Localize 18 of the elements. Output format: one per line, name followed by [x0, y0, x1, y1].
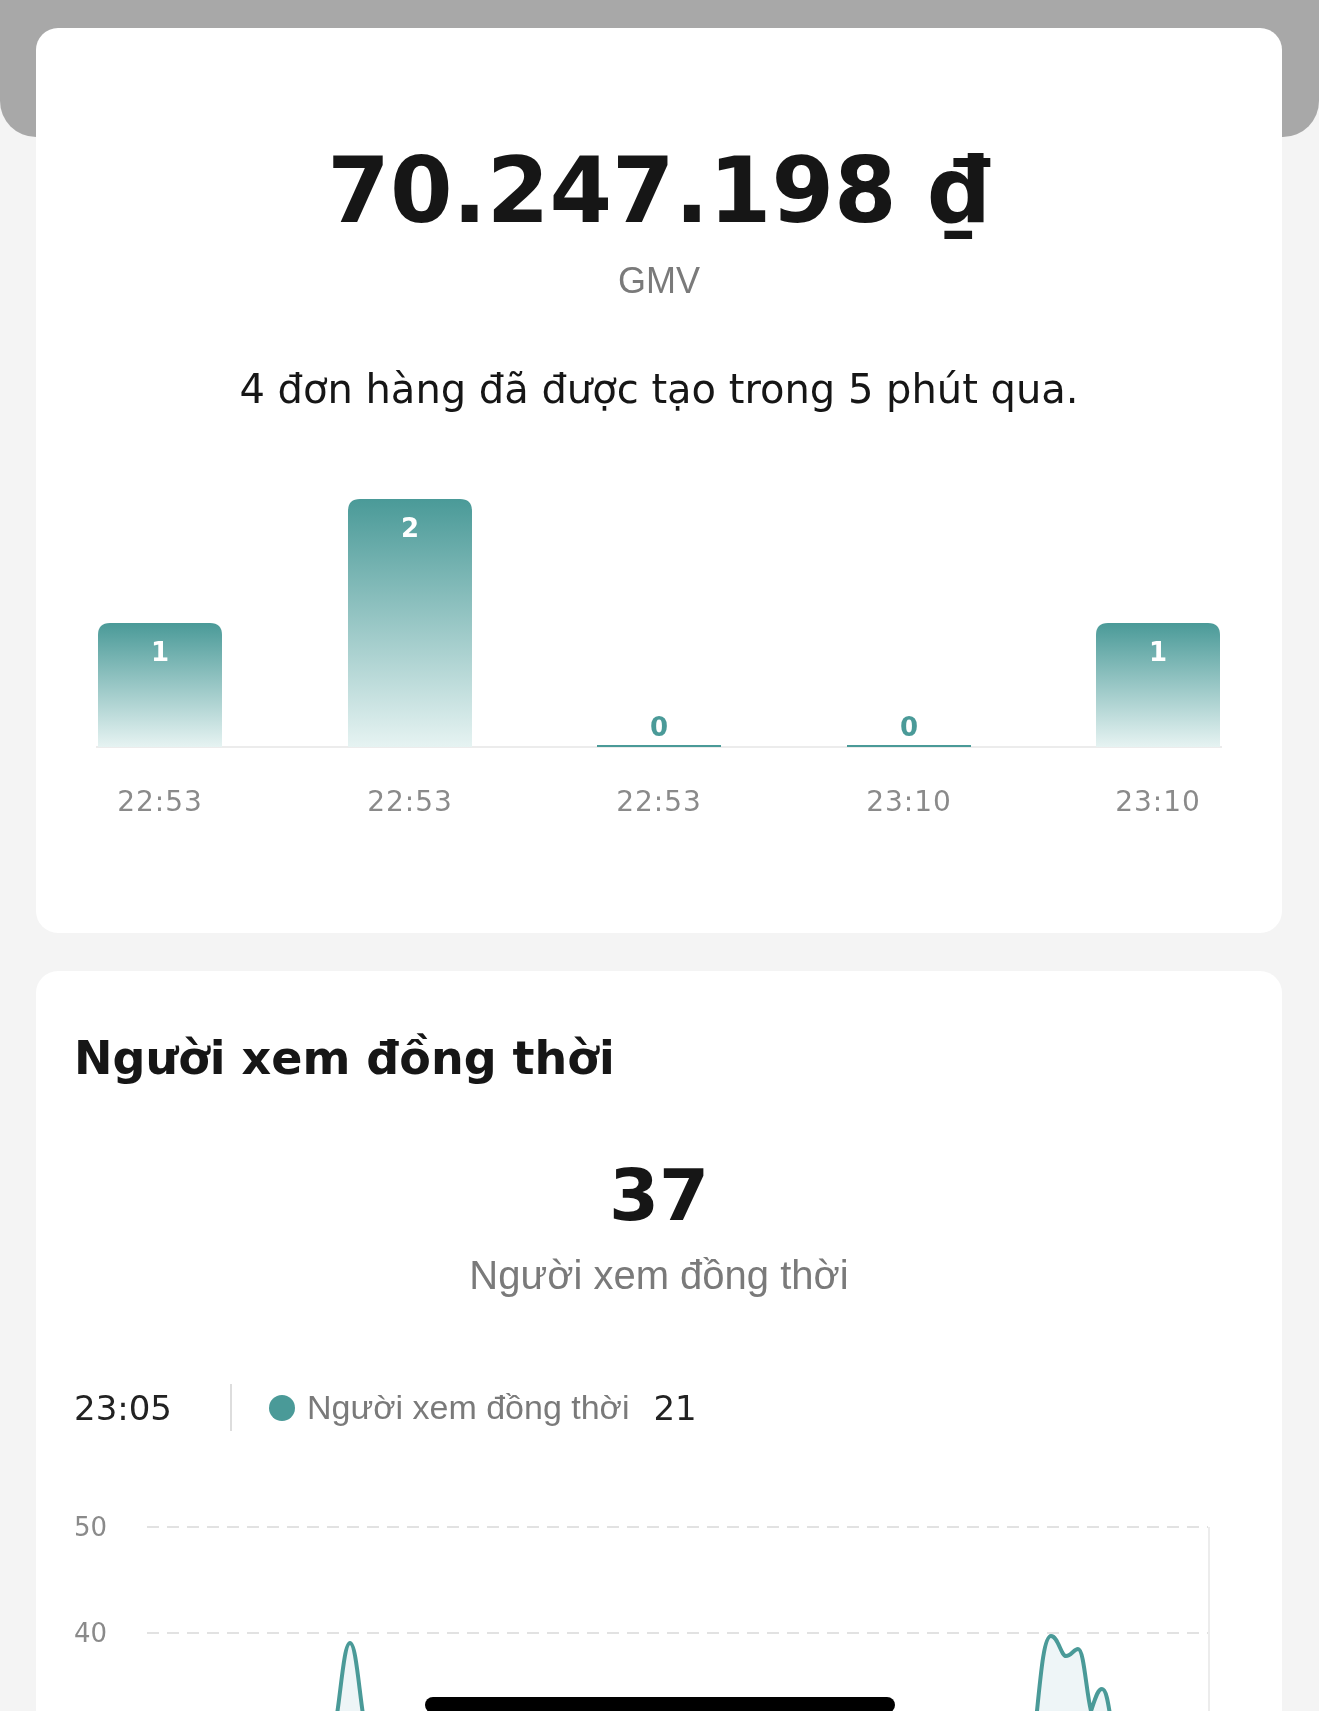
- axis-label: 50: [74, 1512, 108, 1542]
- axis-label: 40: [74, 1618, 108, 1648]
- bar-value-label: 1: [1148, 637, 1168, 667]
- viewer-count-label: Người xem đồng thời: [469, 1255, 849, 1295]
- axis-label: 22:53: [616, 785, 702, 818]
- bar-value-label: 0: [899, 712, 919, 742]
- bar-value-label: 2: [400, 513, 420, 543]
- tooltip-value: 21: [653, 1387, 697, 1428]
- axis-label: 23:10: [866, 785, 952, 818]
- axis-label: 22:53: [367, 785, 453, 818]
- legend-label: Người xem đồng thời: [307, 1388, 630, 1427]
- bar-value-label: 0: [649, 712, 669, 742]
- axis-label: 22:53: [117, 785, 203, 818]
- axis-label: 23:10: [1115, 785, 1201, 818]
- gmv-label: GMV: [618, 263, 700, 299]
- bar-value-label: 1: [150, 637, 170, 667]
- tooltip-time: 23:05: [74, 1387, 172, 1428]
- viewer-count: 37: [608, 1159, 710, 1231]
